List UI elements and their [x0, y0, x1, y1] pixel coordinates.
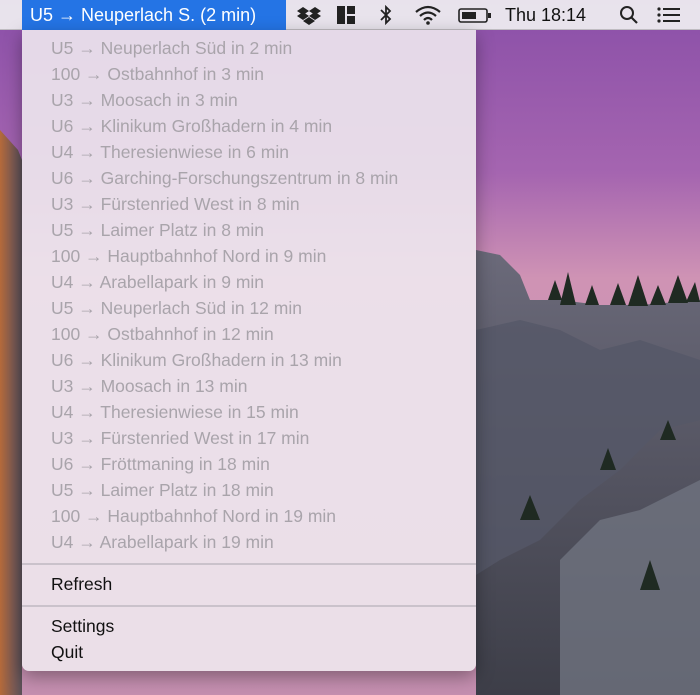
departure-item: U4 → Arabellapark in 19 min: [51, 532, 274, 552]
menu-separator: [22, 563, 476, 565]
departure-item: U6 → Garching-Forschungszentrum in 8 min: [51, 168, 399, 188]
departure-item: U4 → Arabellapark in 9 min: [51, 272, 265, 292]
departure-item: U6 → Klinikum Großhadern in 4 min: [51, 116, 333, 136]
departure-item: U6 → Fröttmaning in 18 min: [51, 454, 270, 474]
departure-item: 100 → Hauptbahnhof Nord in 19 min: [51, 506, 337, 526]
departure-item: U6 → Klinikum Großhadern in 13 min: [51, 350, 342, 370]
departure-item: U4 → Theresienwiese in 15 min: [51, 402, 299, 422]
menu-bar: U5 → Neuperlach S. (2 min) Thu 18:14: [0, 0, 700, 30]
departure-item: U5 → Neuperlach Süd in 12 min: [51, 298, 302, 318]
refresh-menu-item[interactable]: Refresh: [51, 571, 112, 597]
quit-menu-item[interactable]: Quit: [51, 639, 83, 665]
clock[interactable]: Thu 18:14: [505, 0, 586, 30]
wifi-icon[interactable]: [414, 5, 442, 25]
departure-item: U5 → Laimer Platz in 18 min: [51, 480, 274, 500]
departure-item: U3 → Fürstenried West in 8 min: [51, 194, 300, 214]
notification-center-icon[interactable]: [656, 5, 682, 25]
departure-item: U3 → Moosach in 3 min: [51, 90, 238, 110]
departure-item: U5 → Neuperlach Süd in 2 min: [51, 38, 293, 58]
departure-item: 100 → Ostbahnhof in 3 min: [51, 64, 265, 84]
departure-item: U3 → Fürstenried West in 17 min: [51, 428, 310, 448]
departure-item: U5 → Laimer Platz in 8 min: [51, 220, 264, 240]
bluetooth-icon[interactable]: [378, 5, 394, 25]
battery-icon[interactable]: [458, 5, 492, 25]
dropbox-icon[interactable]: [297, 5, 321, 25]
departure-item: 100 → Ostbahnhof in 12 min: [51, 324, 274, 344]
settings-menu-item[interactable]: Settings: [51, 613, 114, 639]
menu-separator: [22, 605, 476, 607]
spotlight-search-icon[interactable]: [618, 5, 640, 25]
window-layout-icon[interactable]: [336, 5, 356, 25]
departure-item: U4 → Theresienwiese in 6 min: [51, 142, 289, 162]
departure-item: U3 → Moosach in 13 min: [51, 376, 248, 396]
departure-item: 100 → Hauptbahnhof Nord in 9 min: [51, 246, 327, 266]
departure-menu-extra[interactable]: U5 → Neuperlach S. (2 min): [22, 0, 286, 30]
departures-dropdown-menu: U5 → Neuperlach Süd in 2 min 100 → Ostba…: [22, 30, 476, 671]
